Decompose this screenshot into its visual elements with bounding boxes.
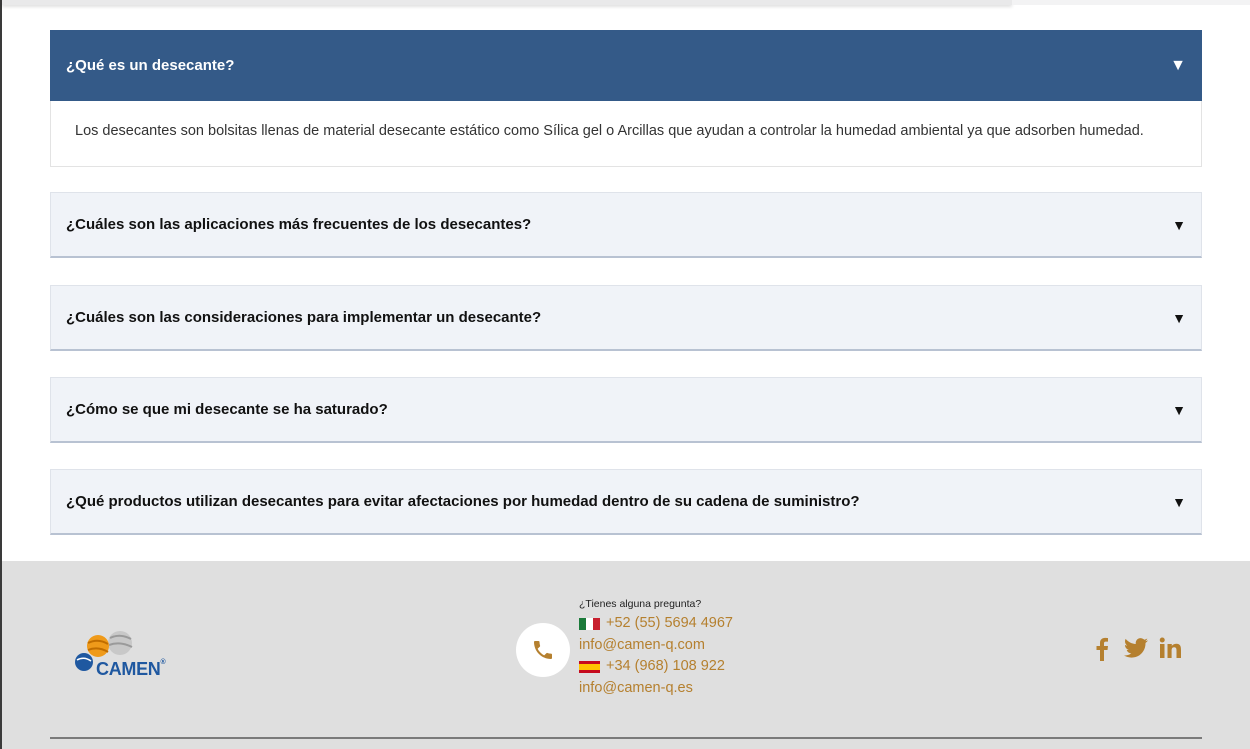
faq-question-toggle[interactable]: ¿Cómo se que mi desecante se ha saturado… [50,377,1202,443]
faq-item-considerations: ¿Cuáles son las consideraciones para imp… [50,285,1202,351]
faq-question-toggle[interactable]: ¿Cuáles son las aplicaciones más frecuen… [50,192,1202,258]
faq-item-applications: ¿Cuáles son las aplicaciones más frecuen… [50,192,1202,258]
spain-flag-icon [579,660,600,673]
mexico-flag-icon [579,617,600,630]
header-shadow-right [1012,0,1250,5]
faq-question-toggle[interactable]: ¿Qué es un desecante? ▼ [50,30,1202,101]
camen-logo[interactable]: CAMEN® [74,627,184,679]
faq-item-saturated: ¿Cómo se que mi desecante se ha saturado… [50,377,1202,443]
faq-question-text: ¿Cómo se que mi desecante se ha saturado… [66,401,388,418]
footer-divider [50,737,1202,739]
twitter-icon[interactable] [1124,637,1148,665]
chevron-down-icon[interactable]: ▼ [1172,218,1186,232]
mexico-phone[interactable]: +52 (55) 5694 4967 [606,613,733,635]
linkedin-icon[interactable] [1159,637,1181,665]
chevron-down-icon[interactable]: ▼ [1172,403,1186,417]
faq-question-toggle[interactable]: ¿Cuáles son las consideraciones para imp… [50,285,1202,351]
spain-email[interactable]: info@camen-q.es [579,678,733,700]
spain-phone-row[interactable]: +34 (968) 108 922 [579,656,733,678]
mexico-email[interactable]: info@camen-q.com [579,635,733,657]
chevron-down-icon[interactable]: ▼ [1172,495,1186,509]
logo-wordmark: CAMEN® [96,659,166,679]
faq-question-toggle[interactable]: ¿Qué productos utilizan desecantes para … [50,469,1202,535]
faq-question-text: ¿Qué es un desecante? [66,57,235,74]
spain-phone[interactable]: +34 (968) 108 922 [606,656,725,678]
faq-item-products: ¿Qué productos utilizan desecantes para … [50,469,1202,535]
faq-item-what-is-desiccant: ¿Qué es un desecante? ▼ Los desecantes s… [50,30,1202,167]
faq-question-text: ¿Cuáles son las consideraciones para imp… [66,309,542,326]
chevron-down-icon[interactable]: ▼ [1172,311,1186,325]
faq-question-text: ¿Qué productos utilizan desecantes para … [66,493,860,510]
footer: CAMEN® ¿Tienes alguna pregunta? +52 (55)… [2,561,1250,749]
contact-block: ¿Tienes alguna pregunta? +52 (55) 5694 4… [579,598,733,699]
contact-question: ¿Tienes alguna pregunta? [579,598,702,610]
phone-icon [516,623,570,677]
facebook-icon[interactable] [1095,637,1109,667]
header-shadow [2,0,1012,5]
chevron-down-icon[interactable]: ▼ [1170,57,1186,74]
mexico-phone-row[interactable]: +52 (55) 5694 4967 [579,613,733,635]
faq-answer: Los desecantes son bolsitas llenas de ma… [50,101,1202,167]
faq-question-text: ¿Cuáles son las aplicaciones más frecuen… [66,216,532,233]
